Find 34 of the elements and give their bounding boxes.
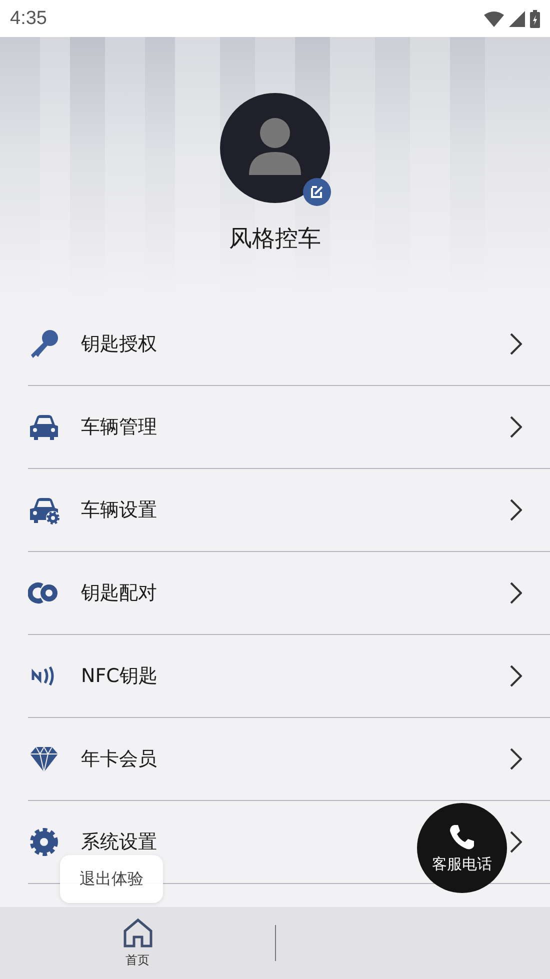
edit-icon[interactable] [303,178,331,206]
avatar-icon[interactable] [220,93,330,203]
wifi-icon [484,10,504,26]
menu-label: 系统设置 [81,830,157,855]
chevron-icon [510,333,522,355]
chevron-icon [510,499,522,521]
toast: 退出体验 [60,855,163,903]
home-icon [122,917,154,949]
menu-item[interactable]: 年卡会员 [28,718,550,801]
menu-label: 钥匙配对 [81,581,157,606]
chevron-icon [510,582,522,604]
menu-label: 车辆设置 [81,498,157,523]
menu-item[interactable]: 车辆管理 [28,386,550,469]
menu-item[interactable]: NFC钥匙 [28,635,550,718]
menu-label: 年卡会员 [81,747,157,772]
phone-icon [448,822,476,850]
menu-label: NFC钥匙 [81,664,158,689]
menu-label: 车辆管理 [81,415,157,440]
menu-item[interactable]: 车辆设置 [28,469,550,552]
chevron-icon [510,748,522,770]
key-icon [28,328,60,360]
home-tab[interactable]: 首页 [0,917,275,969]
chevron-icon [510,416,522,438]
signal-icon [509,10,525,26]
status-time: 4:35 [10,8,47,30]
settings-icon [28,826,60,858]
profile-name: 风格控车 [229,225,321,254]
call-button[interactable]: 客服电话 [417,803,507,893]
menu-item[interactable]: 钥匙配对 [28,552,550,635]
chevron-icon [510,665,522,687]
chevron-icon [510,831,522,853]
menu-item[interactable]: 钥匙授权 [28,303,550,386]
battery-icon [530,10,540,28]
menu-label: 钥匙授权 [81,332,157,357]
